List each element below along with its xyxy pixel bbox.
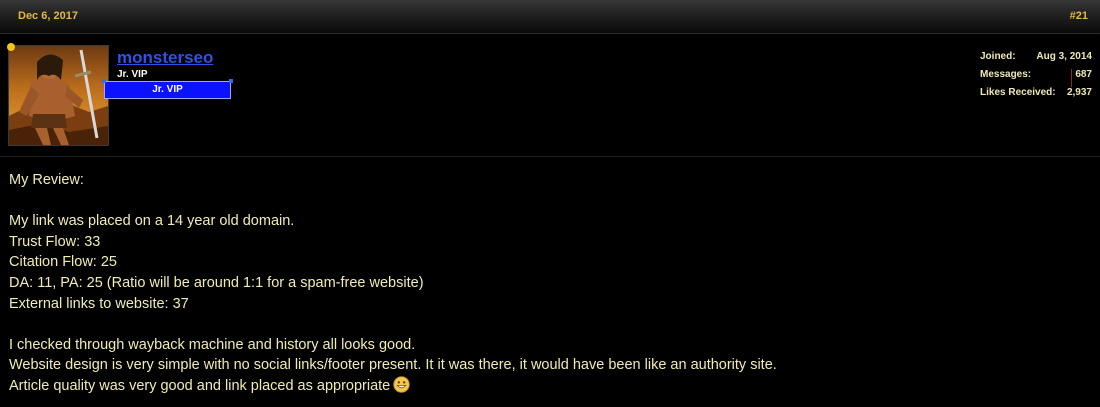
stat-value[interactable]: 687 bbox=[1071, 69, 1092, 87]
message-line: DA: 11, PA: 25 (Ratio will be around 1:1… bbox=[9, 274, 424, 291]
message-line: External links to website: 37 bbox=[9, 295, 189, 312]
stat-label: Likes Received: bbox=[980, 87, 1056, 98]
user-stats: Joined: Aug 3, 2014 Messages: 687 Likes … bbox=[980, 51, 1092, 105]
banner-corner-decoration bbox=[229, 79, 233, 83]
post-number-link[interactable]: #21 bbox=[1070, 10, 1088, 22]
user-banner-label: Jr. VIP bbox=[152, 84, 183, 95]
post-date-link[interactable]: Dec 6, 2017 bbox=[18, 10, 78, 22]
banner-corner-decoration bbox=[102, 79, 106, 83]
post-header: Dec 6, 2017 #21 bbox=[0, 0, 1100, 34]
user-info-block: monsterseo Jr. VIP Jr. VIP Joined: Aug 3… bbox=[0, 34, 1100, 157]
message-line: Trust Flow: 33 bbox=[9, 233, 101, 250]
message-line-text: Article quality was very good and link p… bbox=[9, 377, 391, 394]
stat-row-joined: Joined: Aug 3, 2014 bbox=[980, 51, 1092, 69]
message-line-last: Article quality was very good and link p… bbox=[9, 376, 777, 397]
message-line bbox=[9, 191, 777, 212]
stat-label: Joined: bbox=[980, 51, 1016, 62]
user-banner: Jr. VIP bbox=[102, 79, 233, 99]
stat-label: Messages: bbox=[980, 69, 1032, 80]
online-status-icon bbox=[7, 43, 15, 51]
avatar-image bbox=[9, 46, 108, 145]
message-line: Website design is very simple with no so… bbox=[9, 357, 777, 374]
message-line: I checked through wayback machine and hi… bbox=[9, 336, 416, 353]
stat-row-messages: Messages: 687 bbox=[980, 69, 1092, 87]
avatar[interactable] bbox=[8, 45, 109, 146]
stat-value: 2,937 bbox=[1066, 87, 1092, 98]
message-line: My link was placed on a 14 year old doma… bbox=[9, 213, 295, 230]
message-line: Citation Flow: 25 bbox=[9, 254, 117, 271]
user-title: Jr. VIP bbox=[117, 69, 148, 80]
message-line: My Review: bbox=[9, 172, 84, 188]
message-body: My Review: My link was placed on a 14 ye… bbox=[9, 170, 777, 397]
grin-smiley-icon bbox=[393, 376, 411, 400]
message-line bbox=[9, 314, 777, 335]
stat-value: Aug 3, 2014 bbox=[1036, 51, 1092, 62]
username-link[interactable]: monsterseo bbox=[117, 48, 213, 68]
stat-row-likes: Likes Received: 2,937 bbox=[980, 87, 1092, 105]
